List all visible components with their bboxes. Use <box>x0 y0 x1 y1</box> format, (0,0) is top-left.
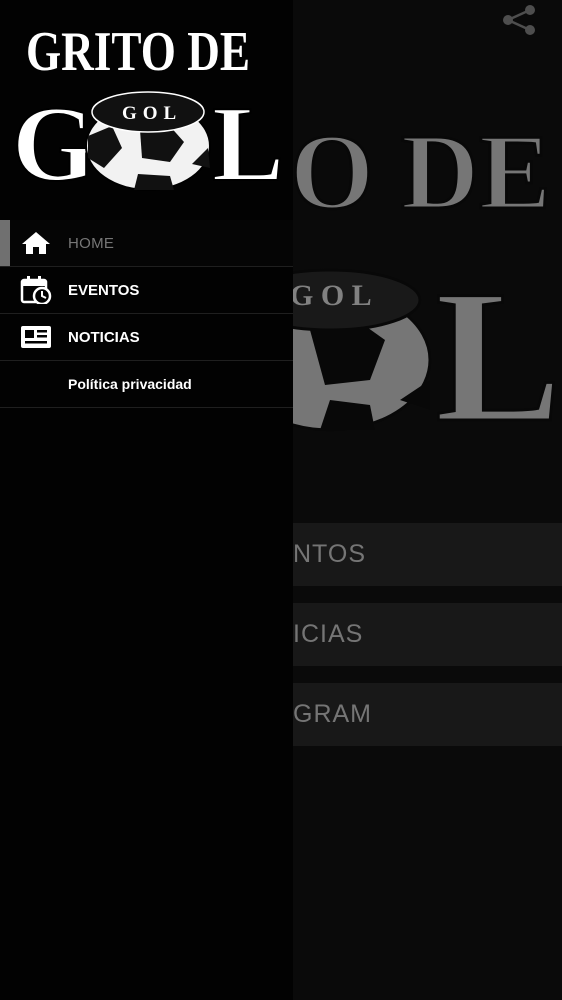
logo-letter-g: G <box>12 85 96 200</box>
newspaper-icon <box>20 323 52 351</box>
navigation-drawer: GRITO DE G GOL L HOME EVENTOS NOTICIAS P… <box>0 0 293 1000</box>
calendar-clock-icon <box>20 276 52 304</box>
drawer-scrim[interactable] <box>293 0 562 1000</box>
menu-item-eventos[interactable]: EVENTOS <box>0 267 293 314</box>
logo-letter-l: L <box>212 85 284 200</box>
menu-item-home-label: HOME <box>68 234 115 252</box>
drawer-menu: HOME EVENTOS NOTICIAS Política privacida… <box>0 220 293 408</box>
menu-item-eventos-label: EVENTOS <box>68 281 140 299</box>
menu-item-noticias-label: NOTICIAS <box>68 328 140 346</box>
logo-soccer-ball: GOL <box>85 91 211 191</box>
menu-item-home[interactable]: HOME <box>0 220 293 267</box>
logo-line1: GRITO DE <box>26 21 250 83</box>
menu-item-privacy-policy[interactable]: Política privacidad <box>0 361 293 408</box>
app-logo: GRITO DE G GOL L <box>11 21 285 200</box>
menu-item-noticias[interactable]: NOTICIAS <box>0 314 293 361</box>
menu-item-privacy-policy-label: Política privacidad <box>68 376 192 392</box>
home-icon <box>20 229 52 257</box>
logo-ball-text: GOL <box>122 103 182 124</box>
